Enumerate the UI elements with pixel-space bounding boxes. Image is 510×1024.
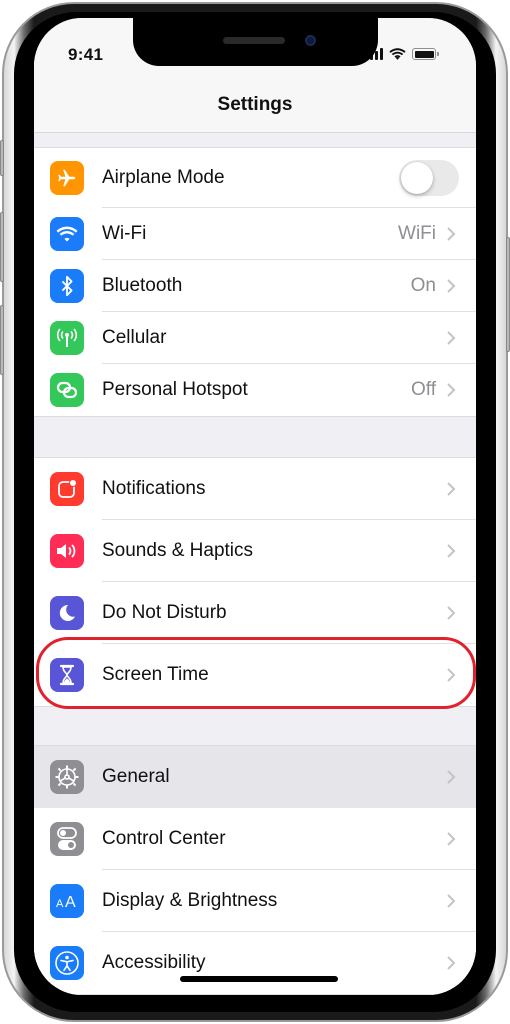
speaker-grille [223,37,285,44]
volume-up-button [0,212,4,282]
notch [133,18,378,66]
switches-icon [50,822,84,856]
chevron-right-icon [447,227,456,241]
hotspot-chain-icon [50,373,84,407]
status-time: 9:41 [68,45,104,64]
chevron-right-icon [447,894,456,908]
wifi-status-icon [389,48,406,60]
row-label: Bluetooth [102,275,183,296]
row-control-center[interactable]: Control Center [34,808,476,870]
row-label: Notifications [102,478,206,499]
bluetooth-icon [50,269,84,303]
moon-icon [50,596,84,630]
accessibility-icon [50,946,84,980]
hourglass-icon [50,658,84,692]
row-accessibility[interactable]: Accessibility [34,932,476,994]
row-value: WiFi [398,223,436,244]
row-label: Sounds & Haptics [102,540,254,561]
chevron-right-icon [447,482,456,496]
row-notifications[interactable]: Notifications [34,458,476,520]
row-wifi[interactable]: Wi-Fi WiFi [34,208,476,260]
speaker-icon [50,534,84,568]
volume-down-button [0,305,4,375]
row-label: General [102,766,170,787]
row-display-brightness[interactable]: A A Display & Brightness [34,870,476,932]
chevron-right-icon [447,770,456,784]
row-label: Control Center [102,828,226,849]
airplane-icon [50,161,84,195]
chevron-right-icon [447,383,456,397]
notifications-icon [50,472,84,506]
row-value: On [410,275,436,296]
chevron-right-icon [447,956,456,970]
row-sounds-haptics[interactable]: Sounds & Haptics [34,520,476,582]
side-button [506,237,510,352]
chevron-right-icon [447,832,456,846]
settings-group-system: General Control Center A A Display & Bri… [34,745,476,995]
row-value: Off [411,379,436,400]
settings-group-alerts: Notifications Sounds & Haptics Do Not Di… [34,457,476,707]
row-do-not-disturb[interactable]: Do Not Disturb [34,582,476,644]
chevron-right-icon [447,331,456,345]
toggle-knob [401,162,433,194]
row-label: Cellular [102,327,167,348]
gear-icon [50,760,84,794]
row-label: Accessibility [102,952,206,973]
row-label: Personal Hotspot [102,379,248,400]
svg-text:A: A [65,894,76,910]
wifi-icon [50,217,84,251]
row-general[interactable]: General [34,746,476,808]
airplane-mode-toggle[interactable] [399,160,459,196]
battery-icon [412,48,439,60]
svg-text:A: A [56,898,64,910]
row-label: Screen Time [102,664,209,685]
chevron-right-icon [447,544,456,558]
row-airplane-mode[interactable]: Airplane Mode [34,148,476,208]
antenna-icon [50,321,84,355]
front-camera [305,35,316,46]
chevron-right-icon [447,279,456,293]
row-label: Wi-Fi [102,223,147,244]
page-title: Settings [217,94,293,115]
home-indicator[interactable] [180,976,338,982]
settings-group-connectivity: Airplane Mode Wi-Fi WiFi Bluetooth On Ce… [34,147,476,417]
row-screen-time[interactable]: Screen Time [34,644,476,706]
chevron-right-icon [447,668,456,682]
row-cellular[interactable]: Cellular [34,312,476,364]
row-label: Do Not Disturb [102,602,227,623]
screen: 9:41 Settings Airplane Mode Wi-Fi WiFi B… [34,18,476,995]
row-label: Display & Brightness [102,890,278,911]
row-label: Airplane Mode [102,167,225,188]
chevron-right-icon [447,606,456,620]
row-bluetooth[interactable]: Bluetooth On [34,260,476,312]
row-personal-hotspot[interactable]: Personal Hotspot Off [34,364,476,416]
text-size-icon: A A [50,884,84,918]
status-bar: 9:41 [34,18,476,78]
nav-header: Settings [34,78,476,133]
silent-switch [0,140,4,176]
